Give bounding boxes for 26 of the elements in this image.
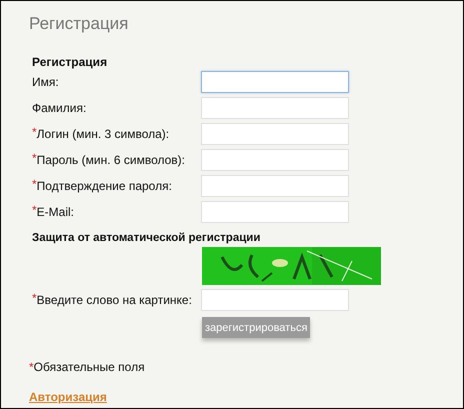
input-field[interactable] — [201, 148, 349, 170]
section-heading: Защита от автоматической регистрации — [32, 230, 262, 244]
field-label: E-Mail: — [36, 204, 74, 220]
field-label: Фамилия: — [32, 100, 86, 116]
required-asterisk: * — [32, 178, 37, 190]
field-label: Имя: — [32, 74, 59, 90]
required-asterisk: * — [29, 358, 34, 376]
input-field[interactable] — [201, 96, 349, 118]
field-label: Введите слово на картинке: — [36, 292, 192, 308]
input-field[interactable] — [201, 174, 349, 196]
input-field[interactable] — [201, 200, 349, 222]
page-title: Регистрация — [29, 13, 130, 35]
login-link[interactable]: Авторизация — [29, 388, 107, 406]
required-note: Обязательные поля — [34, 358, 145, 376]
required-asterisk: * — [32, 204, 37, 216]
input-field[interactable] — [201, 70, 349, 92]
input-field[interactable] — [201, 288, 349, 310]
form-heading: Регистрация — [32, 54, 108, 68]
field-label: Логин (мин. 3 символа): — [36, 126, 170, 142]
register-button[interactable]: зарегистрироваться — [202, 317, 310, 338]
field-label: Подтверждение пароля: — [36, 178, 172, 194]
required-asterisk: * — [32, 292, 37, 304]
required-asterisk: * — [32, 152, 37, 164]
input-field[interactable] — [201, 122, 349, 144]
required-asterisk: * — [32, 126, 37, 138]
field-label: Пароль (мин. 6 символов): — [36, 152, 186, 168]
